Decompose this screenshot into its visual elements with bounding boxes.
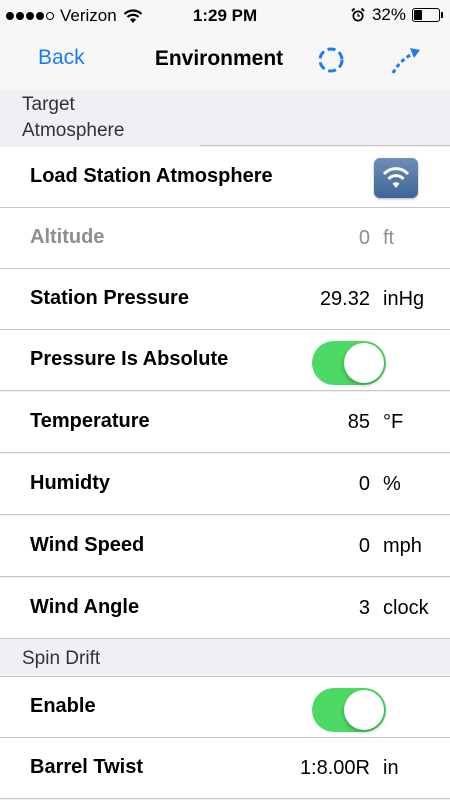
row-pressure-is-absolute: Pressure Is Absolute [0,330,450,391]
barrel-twist-value[interactable]: 1:8.00R [300,757,370,780]
temperature-value[interactable]: 85 [348,411,370,434]
row-barrel-twist[interactable]: Barrel Twist 1:8.00R in [0,738,450,799]
row-humidity[interactable]: Humidty 0 % [0,454,450,515]
wind-angle-value[interactable]: 3 [359,597,370,620]
battery-icon [412,8,443,22]
toggle-knob [344,343,384,383]
navigation-bar: Back Environment [0,32,450,91]
temperature-unit: °F [383,411,404,433]
wind-angle-label: Wind Angle [30,596,140,618]
load-station-wifi-button[interactable] [374,158,418,198]
row-enable: Enable [0,677,450,738]
wind-speed-value[interactable]: 0 [359,535,370,558]
section-title-line2: Atmosphere [22,120,125,141]
wind-angle-unit: clock [383,597,429,619]
station-pressure-label: Station Pressure [30,287,189,309]
station-pressure-unit: inHg [383,288,425,310]
pressure-absolute-label: Pressure Is Absolute [30,348,229,370]
barrel-twist-label: Barrel Twist [30,756,143,778]
altitude-value[interactable]: 0 [359,227,370,250]
wind-speed-label: Wind Speed [30,534,145,556]
toggle-knob [344,690,384,730]
enable-label: Enable [30,695,96,717]
barrel-twist-unit: in [383,757,399,779]
section-title-line1: Target [22,94,75,115]
humidity-label: Humidty [30,472,110,494]
section-target-atmosphere-title: Target Atmosphere [0,90,200,146]
row-altitude[interactable]: Altitude 0 ft [0,208,450,269]
station-pressure-value[interactable]: 29.32 [320,288,370,311]
temperature-label: Temperature [30,410,150,432]
row-load-station-atmosphere[interactable]: Load Station Atmosphere [0,147,450,208]
status-right: 32% [350,5,443,25]
alarm-clock-icon [351,7,365,22]
altitude-unit: ft [383,227,395,249]
row-station-pressure[interactable]: Station Pressure 29.32 inHg [0,269,450,330]
section-spin-drift: Spin Drift [0,641,450,677]
humidity-value[interactable]: 0 [359,473,370,496]
humidity-unit: % [383,473,401,495]
page-title: Environment [154,47,284,70]
battery-percent: 32% [371,5,406,24]
wind-speed-unit: mph [383,535,422,557]
trajectory-arrow-icon[interactable] [388,42,424,78]
row-wind-speed[interactable]: Wind Speed 0 mph [0,516,450,577]
spin-drift-enable-toggle[interactable] [312,688,386,732]
wifi-icon [382,167,410,188]
status-bar: Verizon 1:29 PM 32% [0,0,450,32]
load-station-label: Load Station Atmosphere [30,165,273,187]
refresh-circle-icon[interactable] [313,42,349,78]
pressure-absolute-toggle[interactable] [312,341,386,385]
altitude-label: Altitude [30,226,105,248]
row-temperature[interactable]: Temperature 85 °F [0,392,450,453]
row-wind-angle[interactable]: Wind Angle 3 clock [0,578,450,639]
